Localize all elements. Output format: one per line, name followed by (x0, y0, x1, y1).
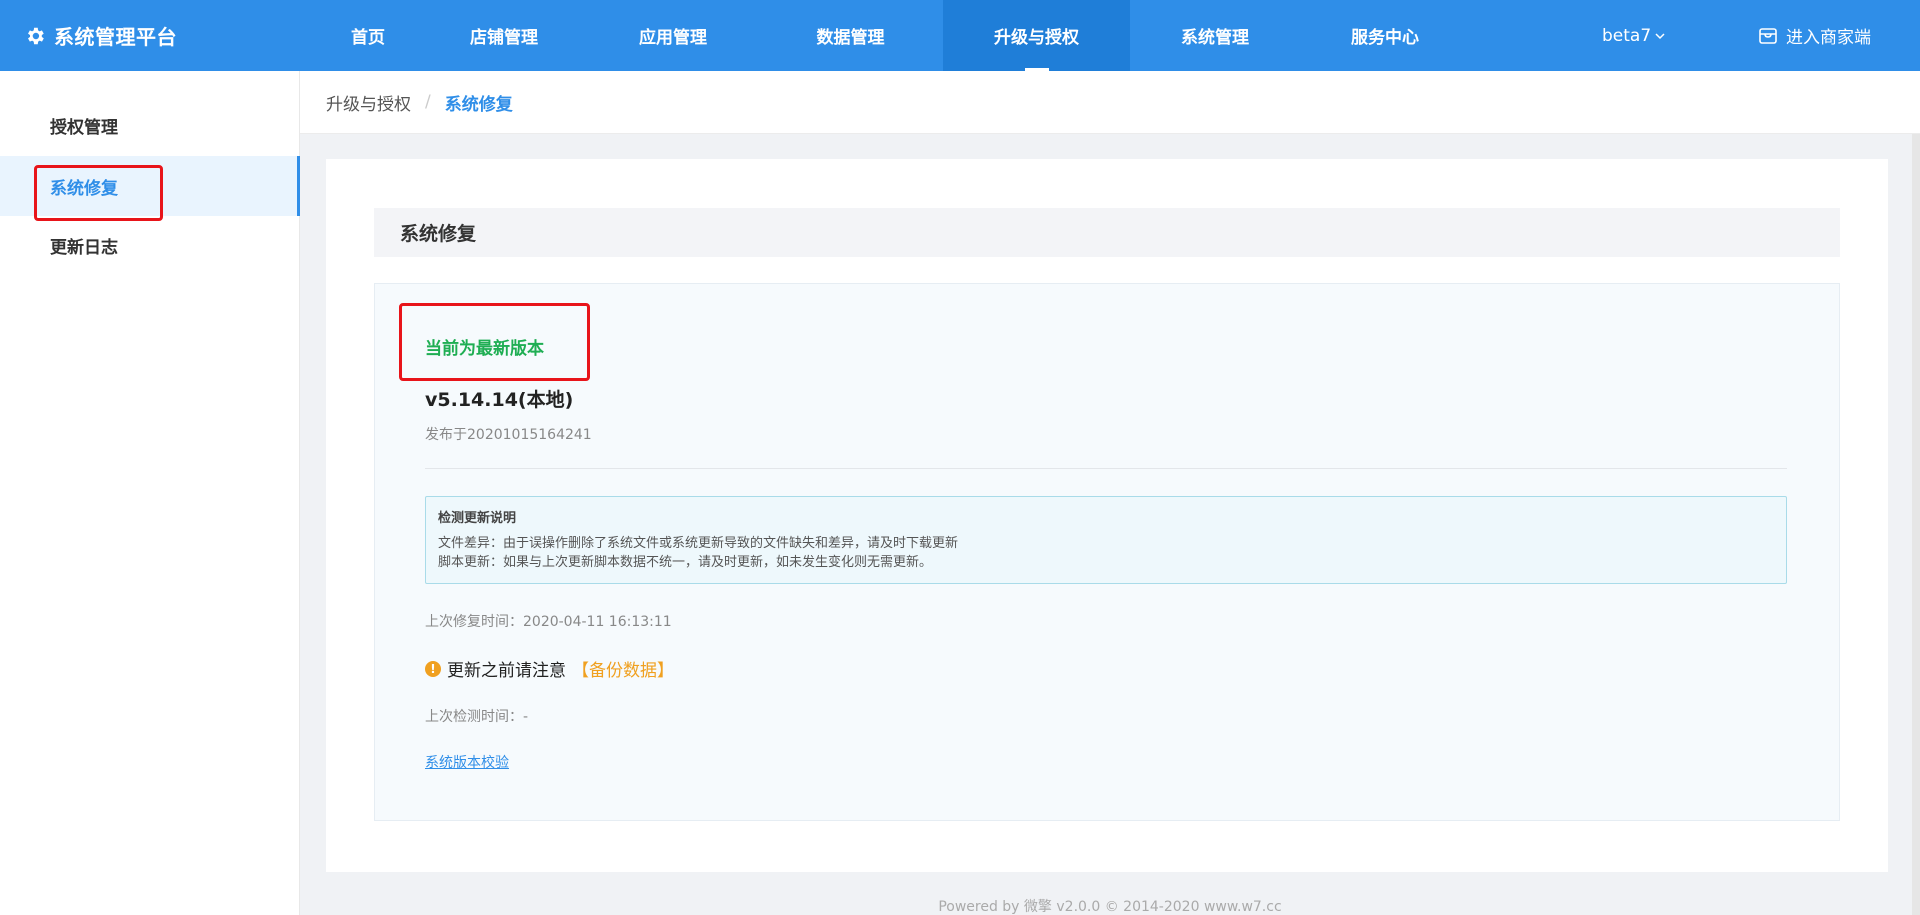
backup-warning: ! 更新之前请注意 【备份数据】 (425, 656, 674, 681)
main-nav: 首页 店铺管理 应用管理 数据管理 升级与授权 系统管理 服务中心 (316, 0, 1470, 71)
main-card: 系统修复 当前为最新版本 v5.14.14(本地) 发布于20201015164… (326, 159, 1888, 872)
sidebar-item-system-repair[interactable]: 系统修复 (0, 156, 300, 216)
section-title: 系统修复 (374, 208, 1840, 257)
chevron-down-icon (1655, 32, 1665, 39)
notice-title: 检测更新说明 (438, 511, 517, 526)
last-check-time: 上次检测时间：- (425, 709, 529, 725)
nav-data-management[interactable]: 数据管理 (758, 0, 943, 71)
divider (425, 468, 1787, 469)
nav-system-management[interactable]: 系统管理 (1130, 0, 1300, 71)
page-scrollbar[interactable] (1912, 134, 1920, 915)
version-dropdown[interactable]: beta7 (1602, 0, 1666, 71)
notice-script-update: 脚本更新：如果与上次更新脚本数据不统一，请及时更新，如未发生变化则无需更新。 (438, 555, 933, 570)
sidebar: 授权管理 系统修复 更新日志 (0, 71, 300, 915)
breadcrumb-current: 系统修复 (444, 94, 513, 115)
version-number: v5.14.14(本地) (425, 389, 574, 411)
nav-app-management[interactable]: 应用管理 (588, 0, 758, 71)
sidebar-item-update-log[interactable]: 更新日志 (0, 215, 300, 275)
nav-upgrade-authorization[interactable]: 升级与授权 (943, 0, 1130, 71)
brand[interactable]: 系统管理平台 (24, 0, 177, 71)
system-version-verify-link[interactable]: 系统版本校验 (425, 752, 509, 772)
nav-service-center[interactable]: 服务中心 (1300, 0, 1470, 71)
gear-icon (28, 27, 44, 44)
repair-info-panel: 当前为最新版本 v5.14.14(本地) 发布于20201015164241 检… (374, 283, 1840, 821)
update-notice-box: 检测更新说明 文件差异：由于误操作删除了系统文件或系统更新导致的文件缺失和差异，… (425, 496, 1787, 584)
nav-home[interactable]: 首页 (316, 0, 420, 71)
enter-merchant-link[interactable]: 进入商家端 (1758, 0, 1871, 71)
enter-merchant-label: 进入商家端 (1786, 28, 1871, 48)
sidebar-item-authorization[interactable]: 授权管理 (0, 95, 300, 155)
nav-store-management[interactable]: 店铺管理 (420, 0, 588, 71)
release-date: 发布于20201015164241 (425, 427, 592, 443)
latest-version-status: 当前为最新版本 (425, 339, 544, 359)
warning-icon: ! (425, 660, 441, 677)
breadcrumb: 升级与授权 / 系统修复 (300, 71, 1920, 134)
backup-data-highlight: 【备份数据】 (572, 661, 674, 681)
breadcrumb-separator: / (425, 92, 431, 112)
footer: Powered by 微擎 v2.0.0 © 2014-2020 www.w7.… (938, 899, 1282, 915)
top-navbar: 系统管理平台 首页 店铺管理 应用管理 数据管理 升级与授权 系统管理 服务中心… (0, 0, 1920, 71)
warning-text: 更新之前请注意 (447, 661, 566, 681)
last-repair-time: 上次修复时间：2020-04-11 16:13:11 (425, 614, 672, 630)
breadcrumb-parent[interactable]: 升级与授权 (326, 90, 411, 115)
notice-file-diff: 文件差异：由于误操作删除了系统文件或系统更新导致的文件缺失和差异，请及时下载更新 (438, 536, 959, 551)
store-icon (1759, 27, 1777, 44)
brand-title: 系统管理平台 (54, 25, 177, 49)
version-dropdown-label: beta7 (1602, 25, 1652, 46)
